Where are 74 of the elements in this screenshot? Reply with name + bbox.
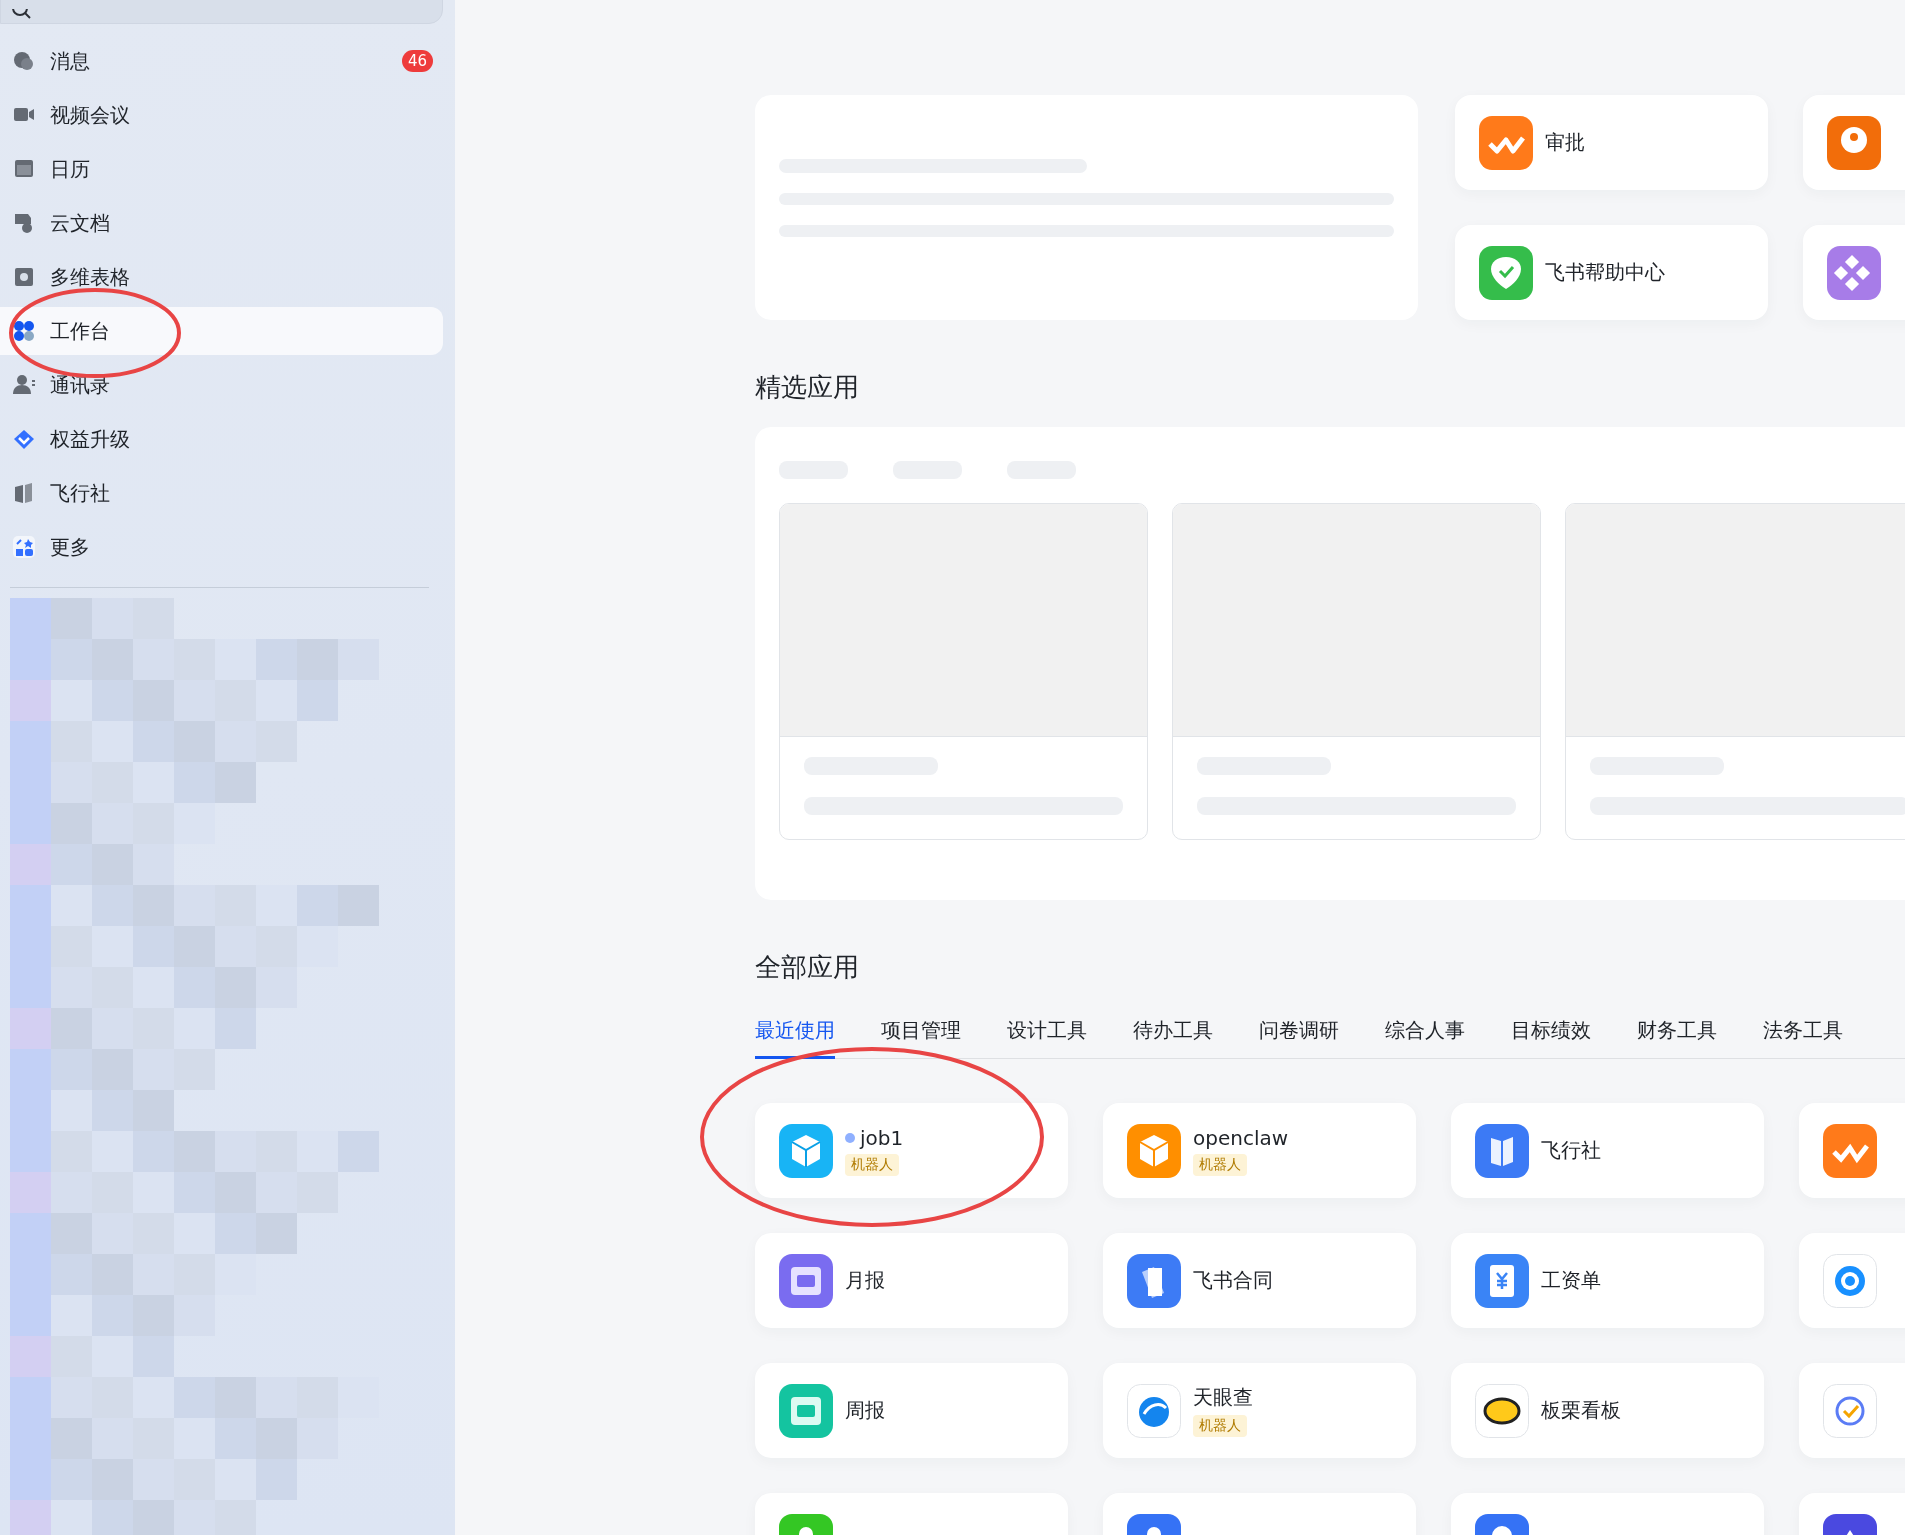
chat-bubbles-icon [12,49,36,73]
nav-item[interactable]: 视频会议 [0,91,443,139]
category-tab[interactable]: 待办工具 [1133,1011,1213,1059]
nav-label: 权益升级 [50,425,131,453]
category-tab[interactable]: 设计工具 [1007,1011,1087,1059]
payslip-icon [1475,1253,1529,1308]
app-name: 飞行社 [1541,1137,1601,1164]
app-card[interactable]: 天眼查 机器人 [1103,1363,1416,1458]
cube-icon [779,1123,833,1178]
nav-label: 云文档 [50,209,111,237]
app-card[interactable]: 工资单 [1451,1233,1764,1328]
bot-tag: 机器人 [845,1153,899,1176]
app-name: 飞书合同 [1193,1267,1273,1294]
nav-item[interactable]: 云文档 [0,199,443,247]
bot-tag: 机器人 [1193,1153,1247,1176]
nav-label: 飞行社 [50,479,111,507]
nav-item[interactable]: 日历 [0,145,443,193]
app-card[interactable]: 板栗看板 [1451,1363,1764,1458]
nav-item[interactable]: 多维表格 [0,253,443,301]
app-name: openclaw [1193,1125,1289,1150]
app-card[interactable]: openclaw 机器人 [1103,1103,1416,1198]
document-stack-icon [1127,1253,1181,1308]
search-icon [11,9,31,19]
app-card[interactable]: 周报 [755,1363,1068,1458]
four-dots-icon [12,319,36,343]
section-title: 全部应用 [755,951,860,984]
app-name: 天眼查 [1193,1384,1253,1411]
shield-check-icon [1479,245,1533,300]
book-icon [1475,1123,1529,1178]
apps-icon [12,535,36,559]
app-card[interactable]: job1 机器人 [755,1103,1068,1198]
category-tab[interactable]: 综合人事 [1385,1011,1465,1059]
contacts-icon [12,373,36,397]
unread-badge: 46 [401,50,433,72]
cube-icon [1127,1123,1181,1178]
nav-item[interactable]: 权益升级 [0,415,443,463]
app-name: 审批 [1545,129,1585,156]
section-title: 精选应用 [755,371,860,404]
app-card[interactable]: 月报 [755,1233,1068,1328]
nav-item[interactable]: 消息 46 [0,37,443,85]
app-card[interactable]: 飞书帮助中心 [1455,225,1768,320]
ring-icon [1823,1253,1877,1308]
category-tab[interactable]: 问卷调研 [1259,1011,1339,1059]
app-name: 周报 [845,1397,885,1424]
category-tab[interactable]: 财务工具 [1637,1011,1717,1059]
table-icon [12,265,36,289]
nav-item[interactable]: 更多 [0,523,443,571]
app-card[interactable]: 飞书合同 [1103,1233,1416,1328]
diamond-icon [12,427,36,451]
app-name: 月报 [845,1267,885,1294]
approval-check-icon [1823,1123,1877,1178]
nav-label: 工作台 [50,317,111,345]
nav-item[interactable]: 飞行社 [0,469,443,517]
category-tab[interactable]: 项目管理 [881,1011,961,1059]
app-card[interactable]: 审批 [1455,95,1768,190]
nav-label: 视频会议 [50,101,131,129]
nav-label: 日历 [50,155,91,183]
app-name: job1 [860,1125,904,1150]
person-pin-icon [1827,115,1881,170]
category-tab[interactable]: 最近使用 [755,1011,835,1059]
nav-label: 消息 [50,47,91,75]
diamond-grid-icon [1827,245,1881,300]
bot-tag: 机器人 [1193,1415,1247,1437]
app-name: 板栗看板 [1541,1397,1621,1424]
app-card[interactable]: 飞行社 [1451,1103,1764,1198]
category-tab[interactable]: 目标绩效 [1511,1011,1591,1059]
approval-check-icon [1479,115,1533,170]
nav-item[interactable]: 工作台 [0,307,443,355]
category-tab[interactable]: 法务工具 [1763,1011,1843,1059]
app-name: 飞书帮助中心 [1545,259,1665,286]
globe-swirl-icon [1127,1383,1181,1438]
app-name: 工资单 [1541,1267,1601,1294]
nav-label: 多维表格 [50,263,131,291]
nav-label: 更多 [50,533,91,561]
